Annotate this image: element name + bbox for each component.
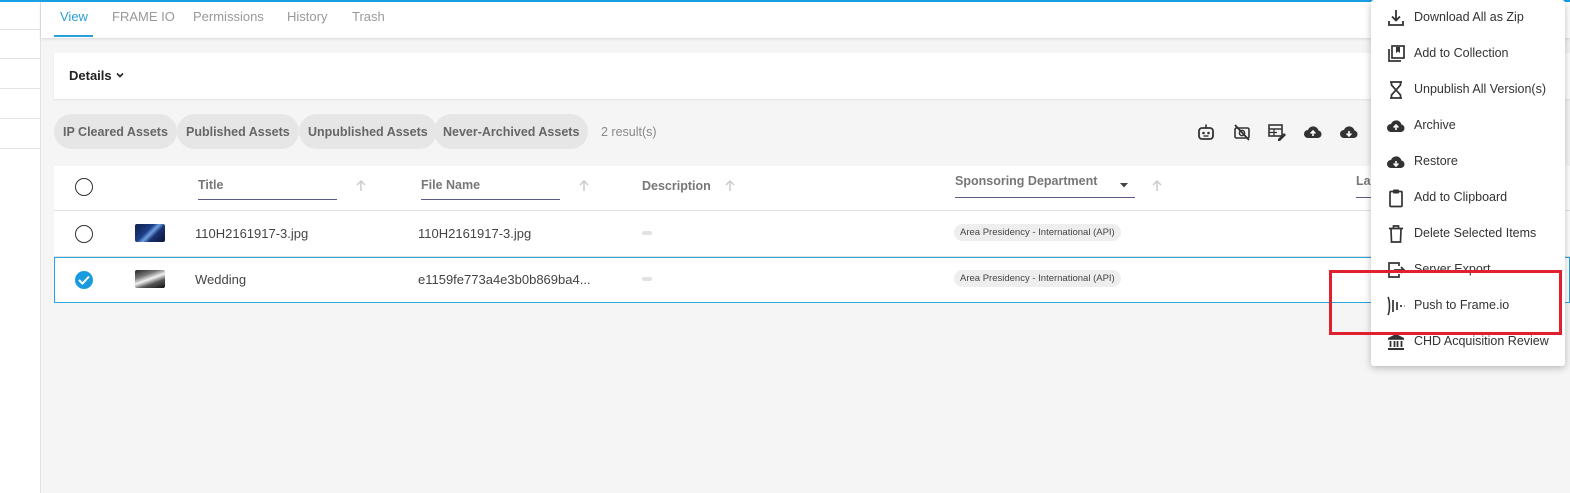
actions-menu: Download All as Zip Add to Collection Un… (1371, 0, 1565, 366)
department-tag: Area Presidency - International (API) (954, 270, 1121, 287)
menu-item-label: Add to Collection (1414, 46, 1509, 60)
column-filter-underline (421, 199, 560, 200)
details-toggle[interactable]: Details (69, 68, 125, 83)
menu-item-chd-acquisition-review[interactable]: CHD Acquisition Review (1371, 324, 1565, 360)
empty-description (642, 277, 652, 281)
asset-thumbnail[interactable] (135, 224, 165, 242)
tab-permissions[interactable]: Permissions (193, 9, 264, 24)
check-icon (78, 275, 90, 285)
menu-item-server-export[interactable]: Server Export (1371, 252, 1565, 288)
table-row[interactable]: 110H2161917-3.jpg 110H2161917-3.jpg Area… (54, 211, 1570, 257)
details-card: Details (54, 53, 1570, 99)
menu-item-label: CHD Acquisition Review (1414, 334, 1549, 348)
row-select-radio-checked[interactable] (75, 271, 93, 289)
results-count: 2 result(s) (601, 125, 657, 139)
sort-arrow-icon[interactable] (1150, 179, 1164, 193)
download-icon (1386, 8, 1406, 28)
menu-item-label: Push to Frame.io (1414, 298, 1510, 312)
cloud-upload-icon[interactable] (1303, 122, 1323, 142)
column-header-sponsoring-department[interactable]: Sponsoring Department (955, 174, 1097, 188)
tab-view[interactable]: View (60, 9, 88, 24)
left-panel-row[interactable] (0, 89, 40, 119)
tab-trash[interactable]: Trash (352, 9, 385, 24)
empty-description (642, 231, 652, 235)
menu-item-label: Download All as Zip (1414, 10, 1524, 24)
sort-arrow-icon[interactable] (577, 179, 591, 193)
tab-bar: View FRAME IO Permissions History Trash (41, 2, 1570, 38)
table-header: Title File Name Description Sponsoring D… (54, 166, 1570, 211)
cloud-upload-icon (1386, 116, 1406, 136)
caret-down-icon[interactable] (1118, 178, 1130, 190)
menu-item-label: Unpublish All Version(s) (1414, 82, 1547, 96)
menu-item-label: Server Export (1414, 262, 1491, 276)
hourglass-icon (1386, 80, 1406, 100)
left-panel-row[interactable] (0, 59, 40, 89)
select-all-radio[interactable] (75, 178, 93, 196)
menu-item-label: Add to Clipboard (1414, 190, 1508, 204)
menu-item-restore[interactable]: Restore (1371, 144, 1565, 180)
details-label: Details (69, 68, 112, 83)
menu-item-add-to-clipboard[interactable]: Add to Clipboard (1371, 180, 1565, 216)
menu-item-download-all-zip[interactable]: Download All as Zip (1371, 0, 1565, 36)
no-camera-icon[interactable] (1232, 122, 1252, 142)
clipboard-icon (1386, 188, 1406, 208)
column-filter-underline (955, 197, 1135, 198)
frameio-icon (1386, 296, 1406, 316)
row-title[interactable]: 110H2161917-3.jpg (195, 226, 308, 241)
asset-thumbnail[interactable] (135, 270, 165, 288)
table-edit-icon[interactable] (1267, 122, 1287, 142)
trash-icon (1386, 224, 1406, 244)
menu-item-archive[interactable]: Archive (1371, 108, 1565, 144)
row-title[interactable]: Wedding (195, 272, 246, 287)
filter-chip-unpublished[interactable]: Unpublished Assets (299, 114, 437, 149)
filter-chip-never-archived[interactable]: Never-Archived Assets (434, 114, 589, 149)
tab-history[interactable]: History (287, 9, 327, 24)
bank-icon (1386, 332, 1406, 352)
menu-item-push-to-frameio[interactable]: Push to Frame.io (1371, 288, 1565, 324)
menu-item-label: Delete Selected Items (1414, 226, 1537, 240)
column-header-last[interactable]: La (1356, 174, 1371, 188)
department-tag: Area Presidency - International (API) (954, 224, 1121, 241)
menu-item-label: Restore (1414, 154, 1458, 168)
menu-item-add-to-collection[interactable]: Add to Collection (1371, 36, 1565, 72)
row-select-radio[interactable] (75, 225, 93, 243)
left-panel-row[interactable] (0, 119, 40, 149)
collection-icon (1386, 44, 1406, 64)
export-icon (1386, 260, 1406, 280)
left-panel (0, 2, 41, 493)
cloud-download-icon[interactable] (1339, 122, 1359, 142)
left-panel-row[interactable] (0, 29, 40, 59)
column-header-file-name[interactable]: File Name (421, 178, 480, 192)
cloud-download-icon (1386, 152, 1406, 172)
row-file-name: 110H2161917-3.jpg (418, 226, 532, 241)
main-content: Details IP Cleared Assets Published Asse… (41, 38, 1570, 493)
column-header-description[interactable]: Description (642, 179, 711, 193)
table-row-selected[interactable]: Wedding e1159fe773a4e3b0b869ba4... Area … (54, 257, 1570, 303)
filter-chip-ip-cleared[interactable]: IP Cleared Assets (54, 114, 177, 149)
row-file-name: e1159fe773a4e3b0b869ba4... (418, 272, 591, 287)
chevron-down-icon (115, 68, 125, 83)
sort-arrow-icon[interactable] (354, 179, 368, 193)
robot-icon[interactable] (1196, 122, 1216, 142)
tab-frame-io[interactable]: FRAME IO (112, 9, 175, 24)
column-header-title[interactable]: Title (198, 178, 223, 192)
column-filter-underline (198, 199, 337, 200)
filter-chip-published[interactable]: Published Assets (177, 114, 299, 149)
menu-item-delete-selected[interactable]: Delete Selected Items (1371, 216, 1565, 252)
menu-item-unpublish-all-versions[interactable]: Unpublish All Version(s) (1371, 72, 1565, 108)
active-tab-indicator (54, 35, 93, 37)
sort-arrow-icon[interactable] (723, 179, 737, 193)
menu-item-label: Archive (1414, 118, 1456, 132)
